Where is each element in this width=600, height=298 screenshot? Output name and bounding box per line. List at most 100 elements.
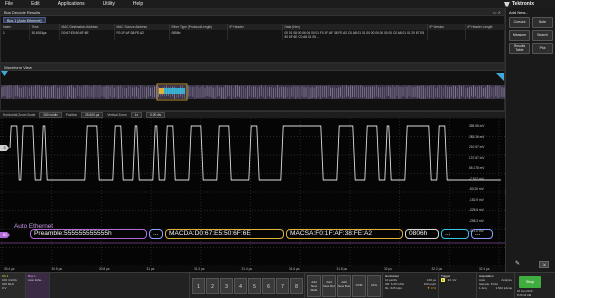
channel-3-marker-label: 3 — [3, 145, 6, 150]
cell-ip-version — [427, 30, 466, 40]
acquisition-analyze: Analyze — [501, 278, 512, 282]
status-bar: Ch 1 100 mV/div 625 MHz 0 V Bus 1 Auto E… — [0, 272, 600, 298]
results-table-button[interactable]: Results Table — [509, 43, 530, 54]
cell-ip-header-length — [465, 30, 507, 40]
channel-button-5[interactable]: 5 — [248, 278, 261, 294]
menu-edit[interactable]: Edit — [22, 0, 49, 8]
bus-packet-field[interactable]: ... — [149, 229, 163, 239]
overview-waveform[interactable] — [1, 71, 506, 111]
add-new-math-button[interactable]: Add New Math — [307, 275, 321, 297]
trigger-level: 32 mV — [447, 278, 457, 282]
channel-buttons: 1 2 3 4 5 6 7 8 — [190, 273, 305, 298]
y-tick-label: -298.3 mV — [469, 218, 484, 223]
cell-data: 00 01 08 00 06 04 00 01 F0 1F AF 38 FE A… — [282, 30, 428, 40]
run-stop-area: Stop 18 Jan 2019 8:26:44 AM — [515, 273, 544, 298]
panel-expand-icon[interactable]: ⇲ — [539, 261, 549, 268]
note-button[interactable]: Note — [532, 17, 553, 28]
channel-3-trace — [9, 125, 501, 181]
channel-button-8[interactable]: 8 — [290, 278, 303, 294]
results-title: Bus Decode Results — [4, 10, 41, 15]
bus-1-marker-label: B1 — [2, 233, 8, 237]
zoomed-waveform-plot[interactable]: 3 B1 Auto Ethernet 355.96 mV 283.26 mV 210… — [0, 118, 505, 266]
search-button[interactable]: Search — [532, 30, 553, 41]
channel-button-2[interactable]: 2 — [206, 278, 219, 294]
menu-help[interactable]: Help — [124, 0, 152, 8]
brand-name: Tektronix — [511, 1, 534, 7]
y-tick-label: 355.96 mV — [469, 124, 485, 128]
x-tick-label: 31.2 µs — [194, 267, 205, 271]
cell-ether-type: 0806h — [169, 30, 228, 40]
x-tick-label: 30.8 µs — [99, 267, 110, 271]
channel-button-1[interactable]: 1 — [192, 278, 205, 294]
menu-applications[interactable]: Applications — [49, 0, 94, 8]
waveform-view-title: Waveform View — [4, 65, 32, 70]
bus-packet-field[interactable]: MACSA:F0:1F:AF:38:FE:A2 — [286, 229, 403, 239]
channel-button-4[interactable]: 4 — [234, 278, 247, 294]
tektronix-logo-icon — [503, 1, 510, 7]
acquisition-count: 1 Acq — [479, 286, 487, 290]
bus-packet-field[interactable]: ... — [441, 229, 469, 239]
trigger-source: 1 — [441, 278, 445, 282]
trigger-marker-left-icon — [1, 71, 8, 76]
vertical-zoom-label: Vertical Zoom — [107, 113, 127, 117]
x-tick-label: 32 µs — [384, 267, 392, 271]
table-row[interactable]: 1 30.6024µs D0:67:E5:50:6F:6E F0:1F:AF:3… — [1, 30, 507, 40]
results-table: Index Time MAC Destination Address MAC S… — [1, 24, 507, 40]
x-tick-label: 31 µs — [146, 267, 155, 271]
horizontal-record-length: RL: 625 kpts — [385, 286, 402, 290]
waveform-canvas[interactable] — [0, 118, 505, 266]
cursors-button[interactable]: Cursors — [509, 17, 530, 28]
dvm-button[interactable]: DVM — [352, 275, 366, 297]
bus-decode-results-panel: Bus Decode Results ▭ ✕ Bus 1 (Auto Ether… — [0, 8, 507, 63]
waveform-view-panel: Waveform View — [0, 63, 506, 111]
menu-file[interactable]: File — [0, 0, 22, 8]
add-new-bus-button[interactable]: Add New Bus — [337, 275, 351, 297]
window-controls[interactable]: ▭ ✕ — [493, 9, 501, 16]
bus-packet-field[interactable]: MACDA:D0:67:E5:50:6F:6E — [165, 229, 284, 239]
channel-button-6[interactable]: 6 — [262, 278, 275, 294]
channel-button-3[interactable]: 3 — [220, 278, 233, 294]
wrench-icon[interactable]: ✎ — [515, 261, 523, 267]
menu-bar: File Edit Applications Utility Help Tekt… — [0, 0, 600, 8]
tab-bus-1[interactable]: Bus 1 (Auto Ethernet) — [3, 17, 46, 23]
y-tick-label: -225.6 mV — [469, 208, 484, 212]
afg-button[interactable]: AFG — [367, 275, 381, 297]
bus-packet-field[interactable]: Preamble:555555555555h — [30, 229, 147, 239]
brand-logo: Tektronix — [503, 0, 534, 8]
x-tick-label: 31.6 µs — [289, 267, 300, 271]
x-tick-label: 30.6 µs — [51, 267, 63, 271]
plot-button[interactable]: Plot — [532, 43, 553, 54]
cell-index: 1 — [1, 30, 30, 40]
acquisition-badge[interactable]: Acquisition Auto Analyze Sample: 8 bits 1… — [477, 273, 515, 298]
zoom-toolbar: Horizontal Zoom Scale 200 ns/div Positio… — [0, 111, 505, 118]
horizontal-position: ▼ 0 % — [427, 286, 436, 290]
acquisition-total: 1.542 kAcqs — [495, 286, 512, 290]
y-tick-label: 210.57 mV — [469, 145, 485, 149]
x-tick-label: 30.4 µs — [4, 267, 15, 271]
trigger-marker-right-icon — [496, 73, 504, 81]
ch1-offset: 0 V — [2, 286, 7, 290]
horizontal-badge[interactable]: Horizontal 10 µs/div 100 µs SR: 6.25 GS/s… — [383, 273, 439, 298]
cell-time: 30.6024µs — [29, 30, 60, 40]
add-new-ref-button[interactable]: Add New Ref — [322, 275, 336, 297]
y-tick-label: -152.9 mV — [469, 197, 484, 202]
channel-1-badge[interactable]: Ch 1 100 mV/div 625 MHz 0 V — [0, 273, 26, 298]
add-buttons: Add New Math Add New Ref Add New Bus DVM… — [305, 273, 383, 298]
trigger-badge[interactable]: Trigger 1 32 mV — [439, 273, 477, 298]
bus-packet-field[interactable]: 0806h — [405, 229, 439, 239]
menu-utility[interactable]: Utility — [94, 0, 124, 8]
x-tick-label: 31.8 µs — [336, 267, 348, 271]
add-new-label: Add New... — [509, 10, 529, 15]
y-axis-labels: 355.96 mV 283.26 mV 210.57 mV 137.87 mV 65.1… — [469, 124, 491, 240]
bus-1-badge[interactable]: Bus 1 Auto Ethe... — [26, 273, 50, 298]
y-tick-label: 137.87 mV — [469, 155, 485, 160]
bus1-type: Auto Ethe... — [28, 278, 44, 282]
channel-button-7[interactable]: 7 — [276, 278, 289, 294]
status-time: 8:26:44 AM — [517, 293, 532, 297]
x-tick-label: 32.4 µs — [479, 267, 490, 271]
run-stop-button[interactable]: Stop — [519, 276, 541, 288]
x-tick-label: 31.4 µs — [241, 267, 253, 271]
bus-packet-field[interactable]: ... — [471, 229, 493, 239]
measure-button[interactable]: Measure — [509, 30, 530, 41]
side-panel: Add New... Cursors Note Measure Search R… — [505, 8, 555, 272]
